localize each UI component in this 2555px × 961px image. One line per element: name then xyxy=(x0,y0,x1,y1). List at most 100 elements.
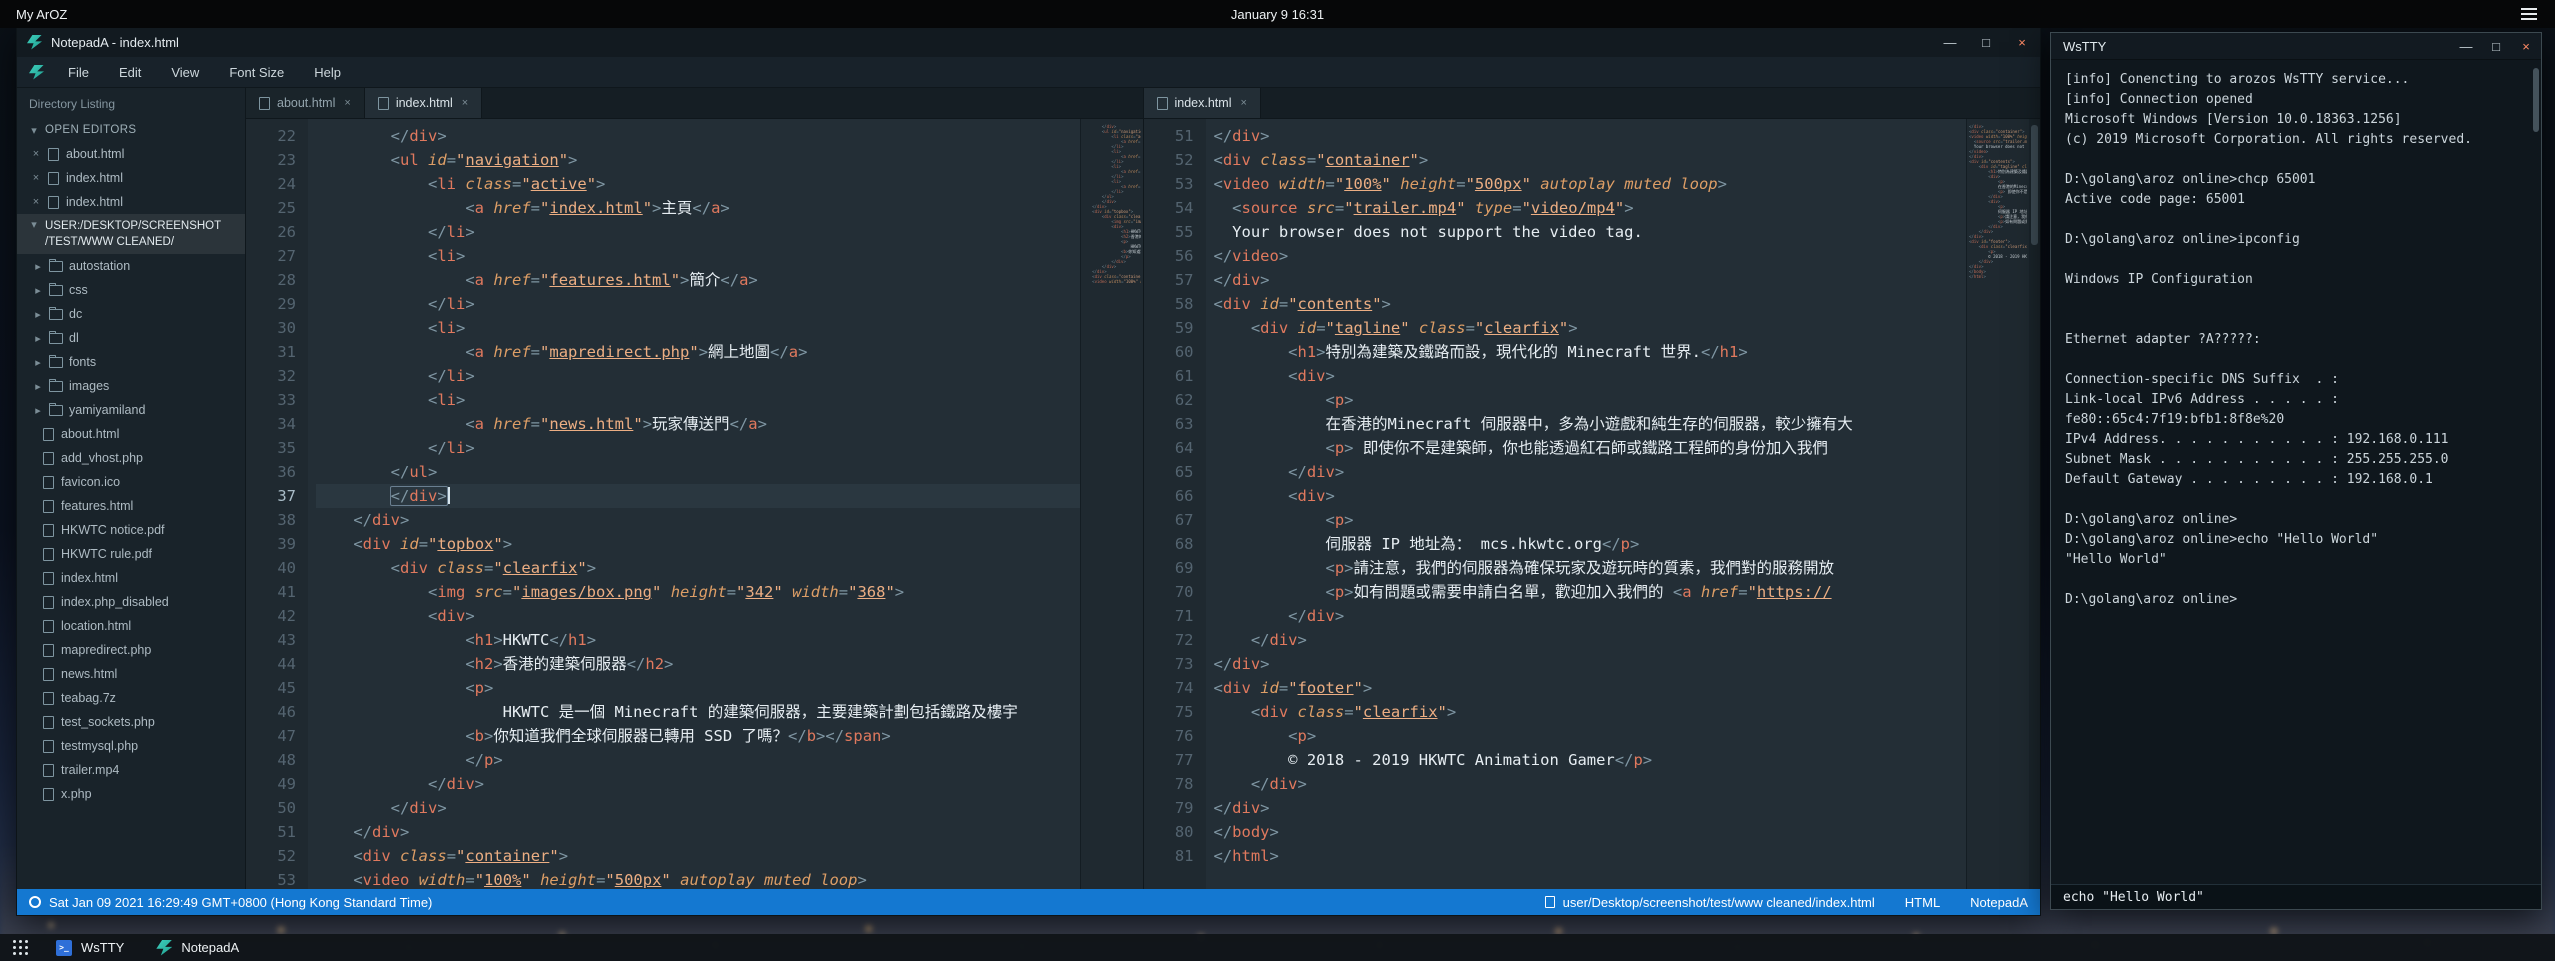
tree-file-location-html[interactable]: location.html xyxy=(17,614,245,638)
statusbar-language-mode[interactable]: HTML xyxy=(1905,895,1940,910)
scrollbar-thumb[interactable] xyxy=(2533,68,2539,132)
hamburger-menu-icon[interactable] xyxy=(2521,8,2537,20)
code-area[interactable]: </div> <ul id="navigation"> <li class="a… xyxy=(308,119,1080,889)
app-launcher-button[interactable] xyxy=(0,934,40,961)
tree-file-hkwtc-rule-pdf[interactable]: HKWTC rule.pdf xyxy=(17,542,245,566)
file-icon xyxy=(48,148,59,161)
line-number: 79 xyxy=(1144,796,1194,820)
line-number: 73 xyxy=(1144,652,1194,676)
tree-file-index-html[interactable]: index.html xyxy=(17,566,245,590)
tab-close-icon[interactable]: × xyxy=(462,97,468,109)
tree-folder-yamiyamiland[interactable]: ▸yamiyamiland xyxy=(17,398,245,422)
notepada-titlebar[interactable]: NotepadA - index.html — □ × xyxy=(17,27,2040,57)
folder-label: yamiyamiland xyxy=(69,403,145,417)
maximize-button[interactable]: □ xyxy=(2481,39,2511,54)
code-line: <a href="index.html">主頁</a> xyxy=(316,196,1080,220)
terminal-input[interactable] xyxy=(2051,884,2541,909)
tree-file-features-html[interactable]: features.html xyxy=(17,494,245,518)
line-number: 31 xyxy=(246,340,296,364)
taskbar-item-wstty[interactable]: >_WsTTY xyxy=(40,934,140,961)
open-editor-item[interactable]: ×about.html xyxy=(17,142,245,166)
tree-file-news-html[interactable]: news.html xyxy=(17,662,245,686)
tree-folder-images[interactable]: ▸images xyxy=(17,374,245,398)
tree-file-mapredirect-php[interactable]: mapredirect.php xyxy=(17,638,245,662)
code-editor[interactable]: 5152535455565758596061626364656667686970… xyxy=(1144,119,2041,889)
line-number: 38 xyxy=(246,508,296,532)
editor-tab[interactable]: index.html× xyxy=(365,88,482,118)
close-button[interactable]: × xyxy=(2004,35,2040,50)
scrollbar-track[interactable] xyxy=(2029,119,2040,889)
folder-label: autostation xyxy=(69,259,130,273)
terminal-output-area[interactable]: [info] Conencting to arozos WsTTY servic… xyxy=(2051,60,2541,884)
code-editor[interactable]: 2223242526272829303132333435363738394041… xyxy=(246,119,1143,889)
aroz-brand-menu[interactable]: My ArOZ xyxy=(16,7,67,22)
tab-close-icon[interactable]: × xyxy=(1240,97,1246,109)
tree-file-about-html[interactable]: about.html xyxy=(17,422,245,446)
menu-item-help[interactable]: Help xyxy=(299,65,356,80)
line-number: 64 xyxy=(1144,436,1194,460)
tree-file-teabag-7z[interactable]: teabag.7z xyxy=(17,686,245,710)
menu-item-edit[interactable]: Edit xyxy=(104,65,156,80)
line-number: 26 xyxy=(246,220,296,244)
tree-folder-dc[interactable]: ▸dc xyxy=(17,302,245,326)
tree-file-add-vhost-php[interactable]: add_vhost.php xyxy=(17,446,245,470)
open-editors-section[interactable]: ▾ OPEN EDITORS xyxy=(17,118,245,142)
line-number: 68 xyxy=(1144,532,1194,556)
tree-folder-autostation[interactable]: ▸autostation xyxy=(17,254,245,278)
minimap-content: </div> <ul id="navigation"> <li class="a… xyxy=(1081,119,1143,289)
code-line: <a href="features.html">簡介</a> xyxy=(316,268,1080,292)
tree-file-favicon-ico[interactable]: favicon.ico xyxy=(17,470,245,494)
close-file-icon[interactable]: × xyxy=(31,148,41,160)
file-icon xyxy=(259,97,270,110)
terminal-output-line xyxy=(2065,150,2527,170)
tab-close-icon[interactable]: × xyxy=(344,97,350,109)
code-line: <p> xyxy=(1214,388,1967,412)
menu-item-font-size[interactable]: Font Size xyxy=(214,65,299,80)
notepada-statusbar: Sat Jan 09 2021 16:29:49 GMT+0800 (Hong … xyxy=(17,889,2040,915)
line-number: 48 xyxy=(246,748,296,772)
tree-file-test-sockets-php[interactable]: test_sockets.php xyxy=(17,710,245,734)
code-line: </video> xyxy=(1214,244,1967,268)
close-file-icon[interactable]: × xyxy=(31,196,41,208)
tree-file-trailer-mp4[interactable]: trailer.mp4 xyxy=(17,758,245,782)
caret-collapsed-icon: ▸ xyxy=(33,332,43,345)
editor-tab[interactable]: about.html× xyxy=(246,88,365,118)
wstty-titlebar[interactable]: WsTTY — □ × xyxy=(2051,33,2541,60)
open-editor-item[interactable]: ×index.html xyxy=(17,166,245,190)
scrollbar-thumb[interactable] xyxy=(2031,125,2038,245)
editor-tab[interactable]: index.html× xyxy=(1144,88,1261,118)
code-line: <div class="container"> xyxy=(1214,148,1967,172)
clock-icon xyxy=(29,896,41,908)
workspace-root-folder[interactable]: ▾ USER:/DESKTOP/SCREENSHOT /TEST/WWW CLE… xyxy=(17,214,245,254)
terminal-output-line: Default Gateway . . . . . . . . . : 192.… xyxy=(2065,470,2527,490)
minimap[interactable]: </div> <ul id="navigation"> <li class="a… xyxy=(1080,119,1143,889)
tree-file-x-php[interactable]: x.php xyxy=(17,782,245,806)
minimize-button[interactable]: — xyxy=(1932,35,1968,50)
minimize-button[interactable]: — xyxy=(2451,39,2481,54)
file-icon xyxy=(43,572,54,585)
close-file-icon[interactable]: × xyxy=(31,172,41,184)
tree-file-hkwtc-notice-pdf[interactable]: HKWTC notice.pdf xyxy=(17,518,245,542)
taskbar-item-notepada[interactable]: NotepadA xyxy=(140,934,255,961)
line-number: 46 xyxy=(246,700,296,724)
menu-item-view[interactable]: View xyxy=(156,65,214,80)
code-line: 伺服器 IP 地址為： mcs.hkwtc.org</p> xyxy=(1214,532,1967,556)
tree-folder-fonts[interactable]: ▸fonts xyxy=(17,350,245,374)
code-line: <b>你知道我們全球伺服器已轉用 SSD 了嗎？</b></span> xyxy=(316,724,1080,748)
maximize-button[interactable]: □ xyxy=(1968,35,2004,50)
minimap[interactable]: </div><div class="container"><video widt… xyxy=(1966,119,2029,889)
line-number: 70 xyxy=(1144,580,1194,604)
code-line: Your browser does not support the video … xyxy=(1214,220,1967,244)
tree-file-index-php-disabled[interactable]: index.php_disabled xyxy=(17,590,245,614)
tree-folder-dl[interactable]: ▸dl xyxy=(17,326,245,350)
file-icon xyxy=(43,716,54,729)
tree-file-testmysql-php[interactable]: testmysql.php xyxy=(17,734,245,758)
tree-folder-css[interactable]: ▸css xyxy=(17,278,245,302)
close-button[interactable]: × xyxy=(2511,39,2541,54)
menu-item-file[interactable]: File xyxy=(53,65,104,80)
code-area[interactable]: </div><div class="container"><video widt… xyxy=(1206,119,1967,889)
file-icon xyxy=(43,692,54,705)
open-editor-item[interactable]: ×index.html xyxy=(17,190,245,214)
line-number: 28 xyxy=(246,268,296,292)
code-line: <img src="images/box.png" height="342" w… xyxy=(316,580,1080,604)
